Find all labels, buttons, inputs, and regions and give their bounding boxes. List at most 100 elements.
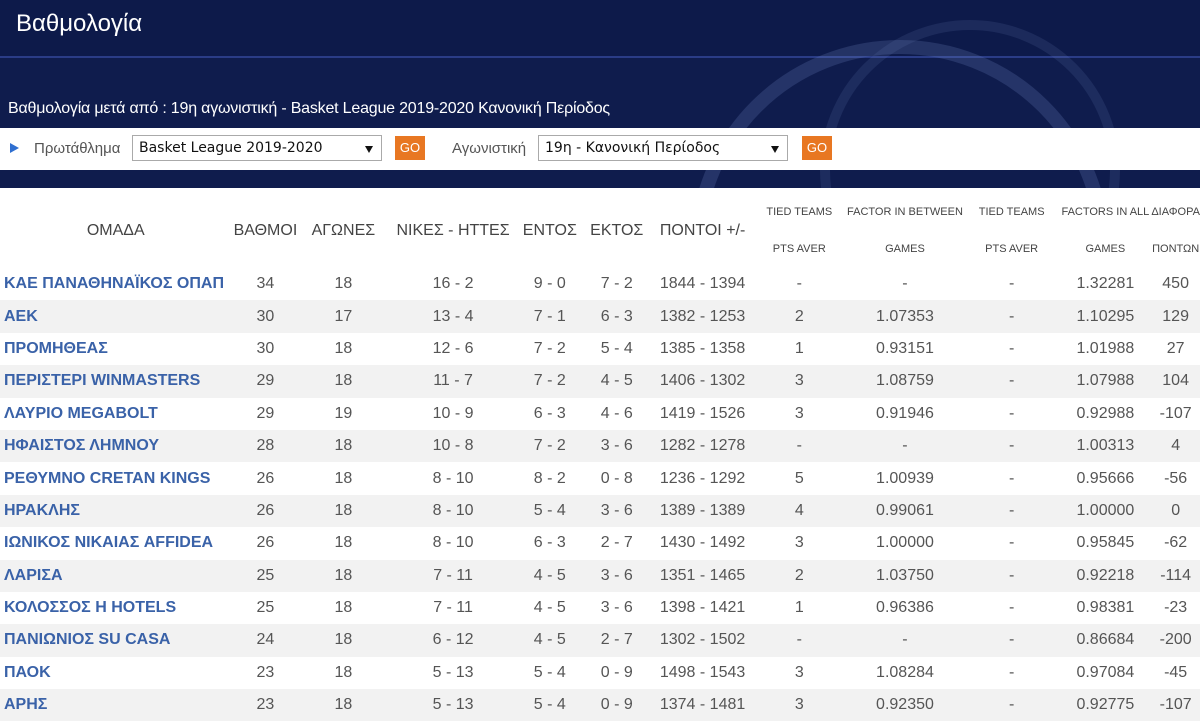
home-cell: 7 - 1 (518, 300, 581, 333)
factor-between-cell: 0.93151 (876, 339, 934, 357)
header-team: ΟΜΑΔΑ (86, 222, 145, 239)
home-cell: 4 - 5 (533, 599, 566, 617)
away-cell: 3 - 6 (580, 494, 653, 528)
games-cell: 18 (299, 689, 388, 722)
points-cell: 29 (256, 404, 275, 422)
points-cell: 26 (256, 469, 275, 487)
diff-cell: -45 (1164, 663, 1188, 681)
tied-teams-cell: 5 (794, 469, 804, 487)
wins-losses-cell: 8 - 10 (432, 534, 474, 552)
factors-all-cell: 0.95845 (1076, 534, 1135, 552)
games-cell: 18 (334, 275, 353, 293)
tied-teams-cell: 3 (752, 689, 847, 722)
home-cell: 6 - 3 (533, 404, 566, 422)
team-name[interactable]: ΡΕΘΥΜΝΟ CRETAN KINGS (0, 462, 231, 494)
championship-select[interactable]: Basket League 2019-2020 (132, 135, 382, 161)
championship-select-value: Basket League 2019-2020 (139, 140, 323, 156)
tied-teams-2-cell: - (963, 559, 1060, 592)
wins-losses-cell: 10 - 8 (387, 429, 519, 463)
score-cell: 1398 - 1421 (659, 599, 746, 617)
home-cell: 9 - 0 (533, 275, 566, 293)
factors-all-cell: 0.95666 (1076, 469, 1135, 487)
home-cell: 4 - 5 (518, 624, 581, 657)
team-name[interactable]: ΑΕΚ (0, 300, 232, 333)
header-factors-all: FACTORS IN ALL GAMES (1061, 206, 1150, 255)
header-wins-losses: ΝΙΚΕΣ - ΗΤΤΕΣ (396, 222, 510, 239)
header-tied-teams-1: TIED TEAMS PTS AVER (766, 206, 833, 255)
team-name[interactable]: ΠΑΝΙΩΝΙΟΣ SU CASA (0, 624, 232, 657)
factors-all-cell: 0.92775 (1059, 689, 1152, 722)
table-header-row: ΟΜΑΔΑ ΒΑΘΜΟΙ ΑΓΩΝΕΣ ΝΙΚΕΣ - ΗΤΤΕΣ ΕΝΤΟΣ … (0, 194, 1200, 268)
team-name[interactable]: ΠΡΟΜΗΘΕΑΣ (0, 333, 231, 365)
diff-cell: 0 (1151, 494, 1200, 528)
diff-cell: 104 (1151, 365, 1200, 398)
games-cell: 18 (299, 494, 388, 528)
points-cell: 34 (256, 275, 275, 293)
diff-cell: -56 (1164, 469, 1188, 487)
wins-losses-cell: 10 - 9 (432, 404, 474, 422)
tied-teams-2-cell: - (1008, 275, 1015, 293)
score-cell: 1498 - 1543 (659, 663, 746, 681)
tied-teams-cell: 3 (752, 365, 847, 398)
home-cell: 5 - 4 (533, 663, 566, 681)
points-cell: 25 (256, 599, 275, 617)
tied-teams-2-cell: - (963, 624, 1060, 657)
table-row: ΚΟΛΟΣΣΟΣ H HOTELS 25 18 7 - 11 4 - 5 3 - 6 139… (0, 592, 1200, 624)
team-name[interactable]: ΙΩΝΙΚΟΣ ΝΙΚΑΙΑΣ AFFIDEA (0, 527, 231, 559)
score-cell: 1382 - 1253 (652, 300, 753, 333)
games-cell: 18 (299, 365, 388, 398)
factors-all-cell: 1.01988 (1076, 339, 1135, 357)
games-cell: 18 (299, 624, 388, 657)
away-cell: 3 - 6 (600, 599, 633, 617)
team-name[interactable]: ΗΡΑΚΛΗΣ (0, 494, 232, 528)
factor-between-cell: 0.91946 (876, 404, 934, 422)
team-name[interactable]: ΛΑΡΙΣΑ (0, 559, 232, 592)
tied-teams-2-cell: - (1008, 339, 1015, 357)
tied-teams-cell: 2 (752, 300, 847, 333)
round-select[interactable]: 19η - Κανονική Περίοδος (538, 135, 788, 161)
games-cell: 18 (334, 663, 353, 681)
tied-teams-2-cell: - (1008, 663, 1015, 681)
team-name[interactable]: ΚΟΛΟΣΣΟΣ H HOTELS (0, 592, 231, 624)
tied-teams-2-cell: - (963, 365, 1060, 398)
team-name[interactable]: ΗΦΑΙΣΤΟΣ ΛΗΜΝΟΥ (0, 429, 232, 463)
score-cell: 1374 - 1481 (652, 689, 753, 722)
wins-losses-cell: 8 - 10 (432, 469, 474, 487)
diff-cell: 129 (1151, 300, 1200, 333)
header-diff: ΔΙΑΦΟΡΑ ΠΟΝΤΩΝ (1151, 206, 1200, 255)
home-cell: 5 - 4 (518, 689, 581, 722)
championship-label: Πρωτάθλημα (34, 140, 121, 157)
table-row: ΠΑΝΙΩΝΙΟΣ SU CASA 24 18 6 - 12 4 - 52 - 7 130… (0, 624, 1200, 657)
header-games: ΑΓΩΝΕΣ (311, 222, 376, 239)
tied-teams-cell: - (752, 429, 847, 463)
score-cell: 1389 - 1389 (652, 494, 753, 528)
games-cell: 18 (334, 534, 353, 552)
team-name[interactable]: ΚΑΕ ΠΑΝΑΘΗΝΑΪΚΟΣ ΟΠΑΠ (0, 268, 231, 300)
factors-all-cell: 1.07988 (1059, 365, 1152, 398)
tied-teams-2-cell: - (1008, 404, 1015, 422)
factors-all-cell: 0.86684 (1059, 624, 1152, 657)
table-row: ΛΑΡΙΣΑ 25 18 7 - 11 4 - 53 - 6 1351 - 1465 2 1.… (0, 559, 1200, 592)
away-cell: 2 - 7 (600, 534, 633, 552)
table-row: ΗΡΑΚΛΗΣ 26 18 8 - 10 5 - 43 - 6 1389 - 1389 4 0… (0, 494, 1200, 528)
round-label: Αγωνιστική (452, 140, 527, 157)
wins-losses-cell: 5 - 13 (387, 689, 519, 722)
home-cell: 7 - 2 (518, 429, 581, 463)
away-cell: 5 - 4 (600, 339, 633, 357)
factor-between-cell: 0.96386 (876, 599, 934, 617)
tied-teams-cell: - (796, 275, 802, 293)
tied-teams-2-cell: - (963, 429, 1060, 463)
diff-cell: 4 (1151, 429, 1200, 463)
factors-all-cell: 1.00000 (1059, 494, 1152, 528)
tied-teams-cell: 3 (794, 404, 804, 422)
team-name[interactable]: ΠΑΟΚ (0, 657, 231, 689)
wins-losses-cell: 13 - 4 (387, 300, 519, 333)
round-go-button[interactable]: GO (802, 136, 832, 160)
championship-go-button[interactable]: GO (395, 136, 425, 160)
score-cell: 1236 - 1292 (659, 469, 746, 487)
team-name[interactable]: ΛΑΥΡΙΟ MEGABOLT (0, 398, 231, 430)
team-name[interactable]: ΑΡΗΣ (0, 689, 232, 722)
factor-between-cell: 0.99061 (846, 494, 964, 528)
score-cell: 1419 - 1526 (659, 404, 746, 422)
team-name[interactable]: ΠΕΡΙΣΤΕΡΙ WINMASTERS (0, 365, 232, 398)
